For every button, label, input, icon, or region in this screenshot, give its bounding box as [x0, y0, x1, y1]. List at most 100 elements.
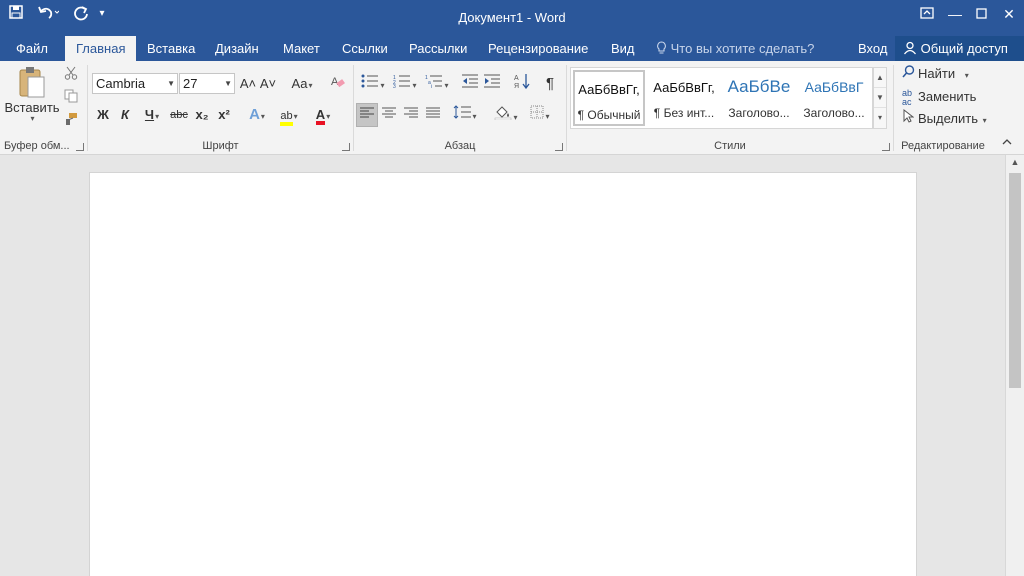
style-name: ¶ Обычный [577, 108, 641, 122]
style-heading-2[interactable]: АаБбВвГ Заголово... [798, 70, 870, 126]
chevron-down-icon: ▾ [326, 112, 331, 121]
tab-view[interactable]: Вид [600, 36, 646, 61]
borders-button[interactable]: ▾ [524, 104, 556, 126]
show-formatting-marks-button[interactable]: ¶ [540, 73, 560, 95]
svg-text:i: i [431, 84, 432, 88]
line-spacing-button[interactable]: ▾ [450, 104, 480, 126]
maximize-icon[interactable] [970, 4, 992, 24]
subscript-button[interactable]: x₂ [192, 104, 212, 126]
underline-button[interactable]: Ч▾ [138, 104, 166, 126]
style-preview: АаБбВвГг, [653, 80, 715, 95]
share-label: Общий доступ [920, 41, 1008, 56]
editing-group: Редактирование [894, 61, 992, 155]
paste-dropdown-icon: ▾ [30, 114, 35, 123]
format-painter-icon[interactable] [62, 111, 80, 133]
tab-design[interactable]: Дизайн [204, 36, 270, 61]
share-button[interactable]: Общий доступ [895, 36, 1024, 61]
paste-button[interactable]: Вставить ▾ [4, 65, 60, 127]
chevron-down-icon: ▾ [412, 81, 417, 90]
scroll-up-icon[interactable]: ▲ [1006, 157, 1024, 167]
decrease-indent-icon[interactable] [460, 73, 480, 95]
increase-indent-icon[interactable] [482, 73, 502, 95]
gallery-more-icon[interactable]: ▾ [874, 108, 886, 128]
clipboard-group: Вставить ▾ Буфер обм... [0, 61, 87, 155]
collapse-ribbon-icon[interactable] [996, 131, 1018, 149]
tell-me-search[interactable]: Что вы хотите сделать? [656, 36, 814, 61]
editing-group-label: Редактирование [901, 140, 985, 152]
font-group: Cambria ▼ 27 ▼ A˄ A˅ Aa▾ A Ж К Ч▾ abc x₂… [88, 61, 353, 155]
close-icon[interactable]: ✕ [998, 4, 1020, 24]
highlight-icon: ab [280, 110, 293, 126]
gallery-down-icon[interactable]: ▼ [874, 88, 886, 108]
ribbon-display-options-icon[interactable] [916, 4, 938, 24]
font-launcher-icon[interactable] [342, 143, 350, 151]
shrink-font-button[interactable]: A˅ [259, 73, 277, 95]
align-center-icon[interactable] [378, 104, 400, 126]
scrollbar-thumb[interactable] [1009, 173, 1021, 388]
svg-text:3: 3 [393, 84, 396, 88]
superscript-button[interactable]: x² [214, 104, 234, 126]
font-size-combo[interactable]: 27 ▼ [179, 73, 235, 94]
numbering-button[interactable]: 1 2 3 ▾ [390, 73, 420, 95]
italic-button[interactable]: К [116, 104, 134, 126]
person-icon [903, 41, 921, 56]
multilevel-list-button[interactable]: 1 a i ▾ [422, 73, 452, 95]
numbering-icon: 123 [393, 75, 411, 90]
style-no-spacing[interactable]: АаБбВвГг, ¶ Без инт... [648, 70, 720, 126]
clear-formatting-icon[interactable]: A [329, 73, 347, 95]
vertical-scrollbar[interactable]: ▲ [1005, 155, 1024, 576]
font-size-value: 27 [183, 76, 198, 91]
copy-icon[interactable] [62, 88, 80, 110]
lightbulb-icon [656, 41, 671, 56]
style-normal[interactable]: АаБбВвГг, ¶ Обычный [573, 70, 645, 126]
cut-icon[interactable] [62, 65, 80, 87]
tab-mailings[interactable]: Рассылки [398, 36, 478, 61]
tab-file[interactable]: Файл [5, 36, 59, 61]
sign-in-link[interactable]: Вход [858, 36, 887, 61]
style-name: Заголово... [728, 106, 790, 120]
paragraph-launcher-icon[interactable] [555, 143, 563, 151]
tab-layout[interactable]: Макет [272, 36, 331, 61]
chevron-down-icon: ▾ [444, 81, 449, 90]
ribbon-tabs: Файл Главная Вставка Дизайн Макет Ссылки… [0, 36, 1024, 61]
bold-button[interactable]: Ж [94, 104, 112, 126]
tab-references[interactable]: Ссылки [331, 36, 399, 61]
chevron-down-icon: ▾ [380, 81, 385, 90]
align-left-icon[interactable] [356, 103, 378, 127]
minimize-icon[interactable]: — [944, 4, 966, 24]
tab-review[interactable]: Рецензирование [477, 36, 599, 61]
sort-icon[interactable]: AЯ [512, 73, 532, 95]
justify-icon[interactable] [422, 104, 444, 126]
style-name: Заголово... [803, 106, 865, 120]
chevron-down-icon: ▾ [260, 112, 265, 121]
tab-insert[interactable]: Вставка [136, 36, 206, 61]
style-name: ¶ Без инт... [653, 106, 715, 120]
chevron-down-icon: ▾ [472, 112, 477, 121]
highlight-button[interactable]: ab▾ [273, 104, 305, 126]
svg-text:A: A [331, 76, 339, 88]
text-effects-button[interactable]: A▾ [243, 104, 271, 126]
window-title: Документ1 - Word [458, 10, 566, 25]
chevron-down-icon: ▼ [167, 79, 175, 88]
font-color-button[interactable]: A▾ [307, 104, 339, 126]
tab-home[interactable]: Главная [65, 36, 137, 61]
clipboard-launcher-icon[interactable] [76, 143, 84, 151]
tell-me-placeholder: Что вы хотите сделать? [670, 41, 815, 56]
line-spacing-icon [454, 105, 472, 119]
document-area [0, 155, 1005, 576]
document-page[interactable] [89, 172, 917, 576]
shading-button[interactable]: ▾ [490, 104, 522, 126]
styles-launcher-icon[interactable] [882, 143, 890, 151]
chevron-down-icon: ▼ [224, 79, 232, 88]
font-name-combo[interactable]: Cambria ▼ [92, 73, 178, 94]
text-effects-icon: A [249, 106, 260, 123]
style-heading-1[interactable]: АаБбВе Заголово... [723, 70, 795, 126]
change-case-button[interactable]: Aa▾ [287, 73, 317, 95]
gallery-up-icon[interactable]: ▲ [874, 68, 886, 88]
bullets-button[interactable]: ▾ [358, 73, 388, 95]
align-right-icon[interactable] [400, 104, 422, 126]
chevron-down-icon: ▾ [545, 112, 550, 121]
strikethrough-button[interactable]: abc [168, 104, 190, 126]
paste-label: Вставить [4, 100, 60, 115]
grow-font-button[interactable]: A˄ [239, 73, 257, 95]
